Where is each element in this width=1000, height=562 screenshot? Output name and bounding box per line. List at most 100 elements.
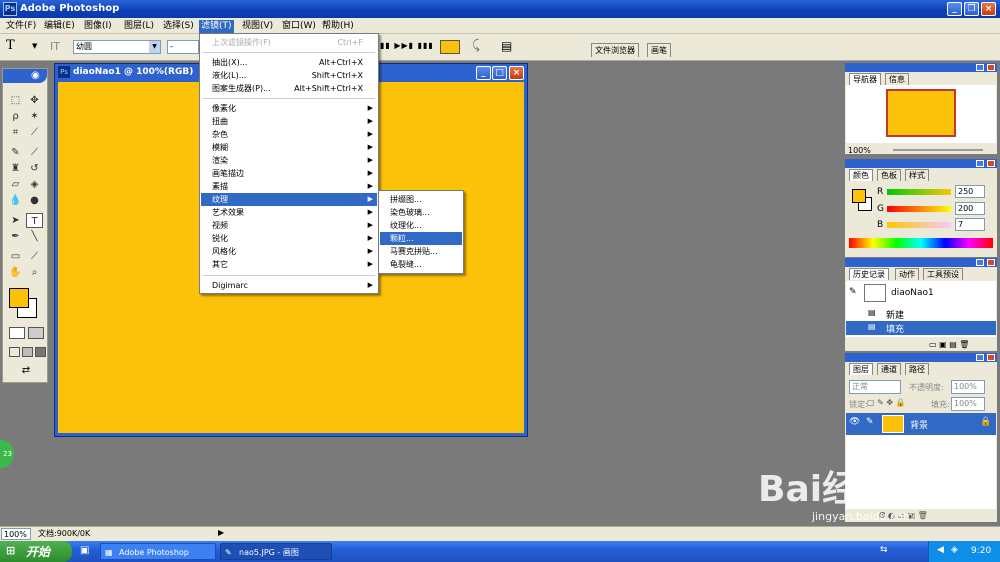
start-button[interactable]: ⊞ 开始 <box>0 541 72 562</box>
menu-item-distort[interactable]: 扭曲 ▶ <box>201 115 377 128</box>
screen-mode-menu-icon[interactable] <box>22 347 33 357</box>
tab-channels[interactable]: 通道 <box>877 363 901 375</box>
tab-file-browser[interactable]: 文件浏览器 <box>591 43 639 57</box>
fill-input[interactable]: 100% <box>951 397 985 411</box>
magic-wand-tool-icon[interactable]: ✶ <box>26 109 43 124</box>
quickmask-mode-icon[interactable] <box>28 327 44 339</box>
menu-window[interactable]: 窗口(W) <box>280 20 318 33</box>
chevron-down-icon[interactable]: ▼ <box>32 42 37 50</box>
menu-filter[interactable]: 滤镜(T) <box>199 20 234 33</box>
crop-tool-icon[interactable]: ⌗ <box>7 125 24 140</box>
screen-mode-full-icon[interactable] <box>35 347 46 357</box>
paint-bucket-tool-icon[interactable]: ◈ <box>26 177 43 192</box>
hand-tool-icon[interactable]: ✋ <box>7 265 24 280</box>
color-spectrum-bar[interactable] <box>849 238 993 248</box>
channel-g-value[interactable]: 200 <box>955 202 985 215</box>
menu-edit[interactable]: 编辑(E) <box>42 20 77 33</box>
warp-text-icons[interactable]: ▮▮ ▶▶▮ ▮▮▮ <box>380 41 434 50</box>
tab-tool-presets[interactable]: 工具预设 <box>923 268 963 280</box>
menu-item-brush-strokes[interactable]: 画笔描边 ▶ <box>201 167 377 180</box>
notes-tool-icon[interactable]: ▭ <box>7 249 24 264</box>
type-tool-icon[interactable]: T <box>26 213 43 228</box>
menu-item-liquify[interactable]: 液化(L)... Shift+Ctrl+X <box>201 69 377 82</box>
tray-network-icon[interactable]: ⇆ <box>880 545 888 555</box>
clone-stamp-tool-icon[interactable]: ♜ <box>7 161 24 176</box>
doc-minimize-button[interactable]: _ <box>476 66 491 80</box>
menu-item-sharpen[interactable]: 锐化 ▶ <box>201 232 377 245</box>
channel-b-value[interactable]: 7 <box>955 218 985 231</box>
restore-button[interactable]: ❐ <box>964 2 979 16</box>
minimize-button[interactable]: _ <box>947 2 962 16</box>
lock-icons[interactable]: ▢ ✎ ✥ 🔒 <box>867 398 906 407</box>
history-state-row[interactable]: ▤ 新建 <box>846 307 996 321</box>
type-tool-preset[interactable]: T <box>6 38 15 53</box>
blend-mode-select[interactable]: 正常 <box>849 380 901 394</box>
menu-item-pattern-maker[interactable]: 图案生成器(P)... Alt+Shift+Ctrl+X <box>201 82 377 95</box>
channel-b-slider[interactable] <box>887 222 951 228</box>
standard-mode-icon[interactable] <box>9 327 25 339</box>
tab-info[interactable]: 信息 <box>885 73 909 85</box>
history-brush-tool-icon[interactable]: ↺ <box>26 161 43 176</box>
menu-item-pixelate[interactable]: 像素化 ▶ <box>201 102 377 115</box>
tray-shield-icon[interactable]: ◈ <box>951 545 958 555</box>
menu-item-render[interactable]: 渲染 ▶ <box>201 154 377 167</box>
channel-r-value[interactable]: 250 <box>955 185 985 198</box>
panel-close-button[interactable] <box>987 259 995 266</box>
submenu-item-texturizer[interactable]: 纹理化... <box>380 219 462 232</box>
menu-select[interactable]: 选择(S) <box>161 20 196 33</box>
submenu-item-mosaic-tiles[interactable]: 马赛克拼贴... <box>380 245 462 258</box>
tab-actions[interactable]: 动作 <box>895 268 919 280</box>
text-color-swatch[interactable] <box>440 40 460 54</box>
tray-volume-icon[interactable]: ◀ <box>937 545 944 555</box>
menu-file[interactable]: 文件(F) <box>4 20 38 33</box>
panel-close-button[interactable] <box>987 354 995 361</box>
text-orientation-icon[interactable]: IT <box>50 40 60 53</box>
channel-g-slider[interactable] <box>887 206 951 212</box>
marquee-tool-icon[interactable]: ⬚ <box>7 93 24 108</box>
menu-view[interactable]: 视图(V) <box>240 20 275 33</box>
menu-item-last-filter[interactable]: 上次滤镜操作(F) Ctrl+F <box>201 36 377 49</box>
menu-item-other[interactable]: 其它 ▶ <box>201 258 377 271</box>
healing-brush-tool-icon[interactable]: ✎ <box>7 145 24 160</box>
history-footer-icons[interactable]: ▭ ▣ ▤ 🗑 <box>929 340 969 349</box>
palettes-icon[interactable]: ▤ <box>501 39 512 53</box>
path-selection-tool-icon[interactable]: ➤ <box>7 213 24 228</box>
submenu-item-craquelure[interactable]: 龟裂缝... <box>380 258 462 271</box>
fg-color-chip[interactable] <box>852 189 866 203</box>
doc-maximize-button[interactable]: □ <box>492 66 507 80</box>
tab-color[interactable]: 颜色 <box>849 169 873 181</box>
navigator-zoom[interactable]: 100% <box>848 146 871 155</box>
quicklaunch-icon[interactable]: ▣ <box>80 545 89 556</box>
menu-item-digimarc[interactable]: Digimarc ▶ <box>201 279 377 292</box>
font-style-select[interactable]: - <box>167 40 199 54</box>
menu-item-blur[interactable]: 模糊 ▶ <box>201 141 377 154</box>
tab-styles[interactable]: 样式 <box>905 169 929 181</box>
panel-minimize-button[interactable] <box>976 259 984 266</box>
navigator-thumbnail[interactable] <box>886 89 956 137</box>
pen-tool-icon[interactable]: ✒ <box>7 229 24 244</box>
history-state-row-selected[interactable]: ▤ 填充 <box>846 321 996 335</box>
submenu-item-grain[interactable]: 颗粒... <box>380 232 462 245</box>
eyedropper-tool-icon[interactable]: ⟋ <box>26 249 43 264</box>
warp-text-icon[interactable]: ⤹ <box>472 38 480 53</box>
menu-image[interactable]: 图像(I) <box>82 20 114 33</box>
panel-close-button[interactable] <box>987 64 995 71</box>
tab-swatches[interactable]: 色板 <box>877 169 901 181</box>
submenu-item-stained-glass[interactable]: 染色玻璃... <box>380 206 462 219</box>
menu-item-artistic[interactable]: 艺术效果 ▶ <box>201 206 377 219</box>
layer-row-background[interactable]: 👁 ✎ 背景 🔒 <box>846 413 996 435</box>
dodge-tool-icon[interactable]: ● <box>26 193 43 208</box>
menu-item-extract[interactable]: 抽出(X)... Alt+Ctrl+X <box>201 56 377 69</box>
panel-close-button[interactable] <box>987 160 995 167</box>
line-tool-icon[interactable]: ╲ <box>26 229 43 244</box>
tab-paths[interactable]: 路径 <box>905 363 929 375</box>
menu-item-video[interactable]: 视频 ▶ <box>201 219 377 232</box>
navigator-zoom-slider[interactable] <box>893 149 983 151</box>
tab-layers[interactable]: 图层 <box>849 363 873 375</box>
doc-close-button[interactable]: × <box>509 66 524 80</box>
zoom-tool-icon[interactable]: ⌕ <box>26 265 43 280</box>
tab-navigator[interactable]: 导航器 <box>849 73 881 85</box>
status-zoom[interactable]: 100% <box>1 528 31 540</box>
font-family-select[interactable]: 幼圆 ▼ <box>73 40 161 54</box>
visibility-eye-icon[interactable]: 👁 <box>849 417 860 427</box>
